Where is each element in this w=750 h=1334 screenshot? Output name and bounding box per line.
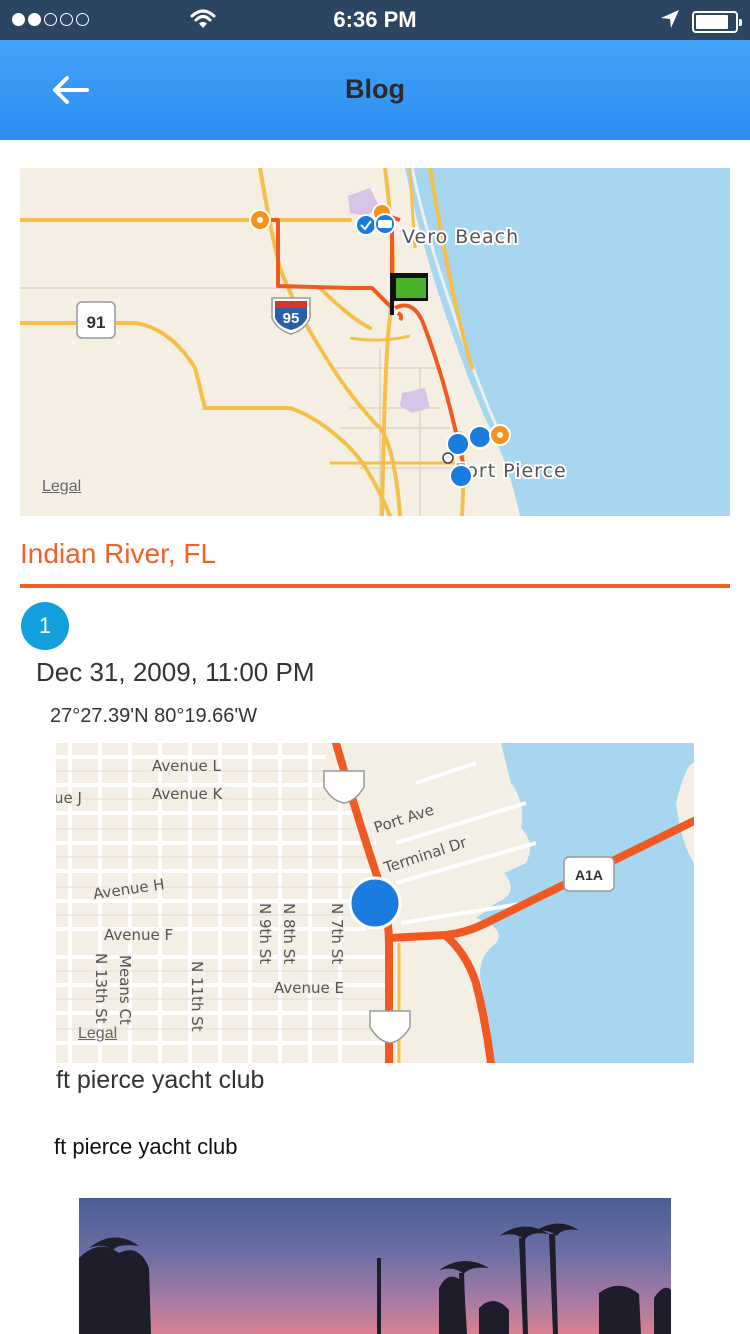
svg-text:A1A: A1A (575, 867, 603, 883)
overview-map[interactable]: 95 91 Vero Beach Fort Pierce Legal (20, 168, 730, 516)
street-label: N 7th St (328, 903, 346, 964)
location-marker-icon (348, 876, 402, 930)
battery-icon (692, 10, 742, 33)
section-divider (20, 584, 730, 588)
navigation-bar: Blog (0, 40, 750, 140)
status-time: 6:36 PM (333, 7, 417, 32)
highway-91-shield: 91 (76, 301, 116, 339)
street-label: N 11th St (188, 961, 206, 1032)
street-label: Avenue K (152, 785, 223, 803)
svg-text:95: 95 (283, 310, 300, 327)
blue-location-dot-icon (355, 214, 377, 236)
entry-photo[interactable] (79, 1198, 671, 1334)
entry-caption: ft pierce yacht club (56, 1066, 265, 1094)
highway-95-shield: 95 (271, 297, 311, 335)
street-label: Terminal Dr (381, 833, 470, 877)
street-label: Avenue E (274, 979, 344, 997)
overview-map-canvas: 95 91 Vero Beach Fort Pierce (20, 168, 730, 516)
page-title: Blog (345, 74, 405, 104)
street-label: N 9th St (256, 903, 274, 964)
photo-palm-silhouettes (79, 1223, 671, 1334)
street-label: Port Ave (372, 801, 437, 837)
status-bar: 6:36 PM (0, 0, 750, 40)
orange-pin-icon (249, 209, 271, 231)
section-title: Indian River, FL (20, 538, 217, 569)
entry-coordinates: 27°27.39'N 80°19.66'W (50, 705, 258, 727)
map-legal-link[interactable]: Legal (78, 1025, 117, 1043)
entry-number-badge: 1 (21, 602, 69, 650)
detail-map-canvas: A1A Avenue L Avenue K ue J Avenue H Aven… (56, 743, 694, 1063)
street-label: Means Ct (116, 955, 134, 1025)
street-label: Avenue L (152, 757, 221, 775)
vero-beach-label: Vero Beach (402, 226, 519, 248)
street-label: N 8th St (280, 903, 298, 964)
street-label: Avenue F (104, 926, 173, 944)
entry-date: Dec 31, 2009, 11:00 PM (36, 657, 315, 687)
street-label: ue J (56, 789, 82, 807)
street-label: N 13th St (92, 953, 110, 1024)
detail-map[interactable]: A1A Avenue L Avenue K ue J Avenue H Aven… (56, 743, 694, 1063)
svg-text:91: 91 (87, 313, 106, 332)
location-arrow-icon (660, 9, 680, 34)
battery-level (696, 14, 728, 29)
entry-body-text: ft pierce yacht club (54, 1134, 238, 1159)
map-legal-link[interactable]: Legal (42, 478, 81, 496)
